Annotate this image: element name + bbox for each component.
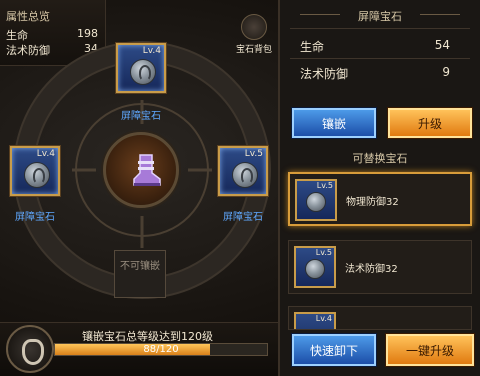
gem-bag-button[interactable]: 宝石背包 bbox=[232, 14, 276, 55]
gem-bag-icon bbox=[241, 14, 267, 40]
attribute-overview-title: 属性总览 bbox=[6, 10, 50, 23]
selected-stat-row-hp: 生命 54 bbox=[300, 38, 450, 55]
boots-icon bbox=[133, 154, 161, 186]
locked-slot-label: 不可镶嵌 bbox=[120, 261, 160, 272]
one-click-upgrade-button[interactable]: 一键升级 bbox=[386, 334, 474, 366]
gem-level: Lv.4 bbox=[142, 46, 161, 56]
replaceable-gems-title: 可替换宝石 bbox=[352, 152, 408, 165]
stat-value: 9 bbox=[442, 65, 450, 79]
inlay-button[interactable]: 镶嵌 bbox=[292, 108, 376, 138]
progress-text: 88/120 bbox=[143, 344, 179, 355]
gem-slot-right-label: 屏障宝石 bbox=[223, 212, 263, 223]
gem-slot-left[interactable]: Lv.4 bbox=[10, 146, 60, 196]
replaceable-gem-item[interactable]: Lv.5 法术防御32 bbox=[288, 240, 472, 294]
total-level-progress-panel: 镶嵌宝石总等级达到120级 88/120 bbox=[0, 322, 278, 376]
gem-icon-frame: Lv.5 bbox=[294, 246, 336, 288]
gem-bag-label: 宝石背包 bbox=[235, 45, 272, 55]
title-ornament-right bbox=[420, 14, 460, 15]
stat-label: 法术防御 bbox=[300, 67, 349, 81]
progress-bar: 88/120 bbox=[54, 343, 268, 356]
quick-unload-button[interactable]: 快速卸下 bbox=[292, 334, 376, 366]
divider bbox=[290, 28, 470, 29]
gem-level: Lv.5 bbox=[244, 149, 263, 159]
gem-name: 法术防御32 bbox=[345, 264, 398, 275]
gem-slot-right[interactable]: Lv.5 bbox=[218, 146, 268, 196]
stat-value: 54 bbox=[434, 38, 450, 52]
selected-gem-title: 屏障宝石 bbox=[358, 10, 402, 23]
barrier-gem-icon bbox=[24, 162, 50, 188]
locked-gem-slot: 不可镶嵌 bbox=[114, 250, 166, 298]
gem-bonus-icon[interactable] bbox=[6, 325, 54, 373]
gem-inlay-screen: 属性总览 生命 198 法术防御 34 Lv.4 屏障宝石 Lv.4 屏障宝石 … bbox=[0, 0, 480, 376]
physical-defense-gem-icon bbox=[306, 192, 326, 212]
gem-level: Lv.4 bbox=[36, 149, 55, 159]
upgrade-button[interactable]: 升级 bbox=[388, 108, 472, 138]
gem-icon-frame: Lv.5 bbox=[295, 179, 337, 221]
gem-slot-left-label: 屏障宝石 bbox=[15, 212, 55, 223]
replaceable-gem-item[interactable]: Lv.5 物理防御32 bbox=[288, 172, 472, 226]
gem-level: Lv.4 bbox=[315, 314, 332, 323]
gem-icon-frame: Lv.4 bbox=[294, 312, 336, 329]
gem-detail-panel: 屏障宝石 生命 54 法术防御 9 镶嵌 升级 可替换宝石 Lv.5 物理防御3… bbox=[278, 0, 480, 376]
barrier-gem-icon bbox=[232, 162, 258, 188]
selected-stat-row-magic-defense: 法术防御 9 bbox=[300, 65, 450, 82]
stat-label: 生命 bbox=[300, 40, 325, 54]
gem-slot-top[interactable]: Lv.4 bbox=[116, 43, 166, 93]
stat-value: 198 bbox=[77, 27, 98, 40]
barrier-gem-icon bbox=[130, 59, 156, 85]
magic-defense-gem-icon bbox=[305, 259, 325, 279]
equipped-boots[interactable] bbox=[103, 132, 179, 208]
gem-slot-top-label: 屏障宝石 bbox=[121, 111, 161, 122]
replaceable-gem-item[interactable]: Lv.4 bbox=[288, 306, 472, 330]
gem-level: Lv.5 bbox=[316, 181, 333, 190]
gem-name: 物理防御32 bbox=[346, 197, 399, 208]
divider bbox=[290, 58, 470, 59]
progress-title: 镶嵌宝石总等级达到120级 bbox=[82, 330, 213, 343]
gem-level: Lv.5 bbox=[315, 248, 332, 257]
